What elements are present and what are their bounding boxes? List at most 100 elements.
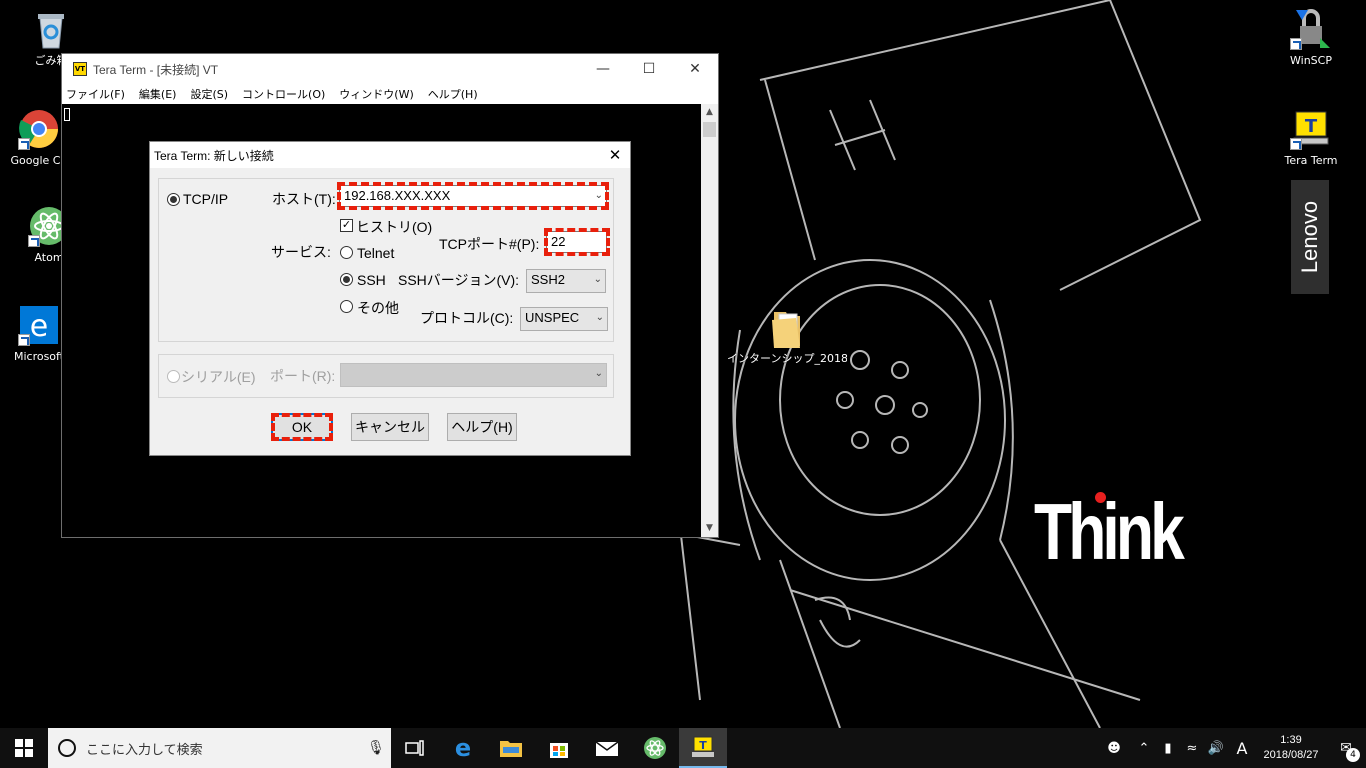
svg-text:e: e [30, 309, 48, 344]
cortana-icon [58, 739, 76, 757]
dialog-title: Tera Term: 新しい接続 [154, 148, 274, 163]
minimize-button[interactable]: — [580, 54, 626, 84]
protocol-label: プロトコル(C): [420, 310, 514, 326]
protocol-select[interactable]: UNSPEC ⌄ [520, 307, 608, 331]
vertical-scrollbar[interactable]: ▲ ▼ [701, 104, 718, 537]
folder-icon [766, 306, 808, 348]
shortcut-arrow-icon [18, 334, 30, 346]
task-view-icon[interactable] [391, 728, 439, 768]
menu-control[interactable]: コントロール(O) [242, 86, 325, 102]
shortcut-arrow-icon [1290, 138, 1302, 150]
teraterm-app-icon: VT [73, 62, 87, 76]
clock-time: 1:39 [1280, 734, 1302, 746]
tcp-port-label: TCPポート#(P): [439, 236, 540, 252]
windows-icon [15, 739, 33, 757]
lenovo-logo: Lenovo [1291, 180, 1329, 294]
battery-icon[interactable]: ▮ [1156, 741, 1180, 756]
maximize-button[interactable]: ☐ [626, 54, 672, 84]
edge-taskbar-icon[interactable]: e [439, 728, 487, 768]
host-label: ホスト(T): [272, 191, 336, 207]
terminal-cursor [64, 108, 70, 121]
recycle-bin-icon [30, 8, 72, 50]
cancel-button[interactable]: キャンセル [351, 413, 429, 441]
tcpip-label: TCP/IP [183, 191, 229, 207]
menu-help[interactable]: ヘルプ(H) [428, 86, 478, 102]
winscp-icon [1290, 8, 1332, 50]
history-checkbox[interactable]: ✓ [340, 219, 353, 232]
desktop-icon-folder[interactable]: インターンシップ_2018 [727, 306, 847, 366]
dialog-titlebar[interactable]: Tera Term: 新しい接続 ✕ [150, 142, 630, 168]
scroll-up-icon[interactable]: ▲ [701, 104, 718, 121]
shortcut-arrow-icon [18, 138, 30, 150]
dialog-close-icon[interactable]: ✕ [600, 146, 630, 164]
telnet-label: Telnet [357, 245, 395, 261]
tcpip-radio[interactable] [167, 193, 180, 206]
chevron-down-icon: ⌄ [593, 274, 602, 285]
host-input[interactable]: 192.168.XXX.XXX ⌄ [339, 185, 607, 207]
menubar: ファイル(F) 編集(E) 設定(S) コントロール(O) ウィンドウ(W) ヘ… [62, 84, 718, 104]
window-title: Tera Term - [未接続] VT [93, 62, 219, 77]
ssh-version-select[interactable]: SSH2 ⌄ [526, 269, 606, 293]
scroll-thumb[interactable] [703, 122, 716, 137]
ssh-label: SSH [357, 272, 386, 288]
taskbar: ここに入力して検索 🎙 e T ☻ ⌃ ▮ ≈ 🔊 A 1:39 2018/08… [0, 728, 1366, 768]
ssh-version-label: SSHバージョン(V): [398, 272, 520, 288]
think-logo: Think [1034, 487, 1185, 576]
ssh-radio[interactable] [340, 273, 353, 286]
chevron-down-icon: ⌄ [595, 312, 604, 323]
svg-text:e: e [455, 736, 471, 760]
microphone-icon[interactable]: 🎙 [361, 740, 391, 756]
other-label: その他 [357, 300, 399, 316]
svg-text:T: T [699, 739, 707, 752]
serial-port-select[interactable]: ⌄ [340, 363, 607, 387]
file-explorer-icon[interactable] [487, 728, 535, 768]
help-button[interactable]: ヘルプ(H) [447, 413, 517, 441]
history-label: ヒストリ(O) [356, 219, 433, 235]
menu-file[interactable]: ファイル(F) [66, 86, 125, 102]
clock[interactable]: 1:39 2018/08/27 [1256, 733, 1326, 763]
desktop: ごみ箱 Google Ch Atom e Microsoft WinSCP T [0, 0, 1366, 728]
edge-icon: e [18, 304, 60, 346]
search-box[interactable]: ここに入力して検索 🎙 [48, 728, 391, 768]
store-icon[interactable] [535, 728, 583, 768]
chevron-up-icon[interactable]: ⌃ [1132, 741, 1156, 756]
wifi-icon[interactable]: ≈ [1180, 741, 1204, 756]
shortcut-arrow-icon [1290, 38, 1302, 50]
chevron-down-icon[interactable]: ⌄ [595, 186, 603, 206]
teraterm-taskbar-icon[interactable]: T [679, 728, 727, 768]
think-logo-dot [1095, 492, 1106, 503]
serial-label: シリアル(E) [181, 369, 256, 385]
other-radio[interactable] [340, 300, 353, 313]
mail-icon[interactable] [583, 728, 631, 768]
scroll-down-icon[interactable]: ▼ [701, 520, 718, 537]
people-icon[interactable]: ☻ [1102, 741, 1126, 756]
ime-indicator[interactable]: A [1228, 739, 1256, 758]
new-connection-dialog[interactable]: Tera Term: 新しい接続 ✕ TCP/IP ホスト(T): 192.16… [149, 141, 631, 456]
ok-button[interactable]: OK [271, 413, 333, 441]
serial-radio[interactable] [167, 370, 180, 383]
notification-badge: 4 [1346, 748, 1360, 762]
teraterm-icon: T [1290, 108, 1332, 150]
chevron-down-icon: ⌄ [594, 368, 603, 379]
port-label: ポート(R): [270, 368, 336, 384]
desktop-icon-teraterm[interactable]: T Tera Term [1272, 108, 1350, 168]
volume-icon[interactable]: 🔊 [1204, 741, 1228, 756]
notification-center-icon[interactable]: ✉ 4 [1326, 740, 1366, 762]
desktop-icon-winscp[interactable]: WinSCP [1272, 8, 1350, 68]
menu-setup[interactable]: 設定(S) [190, 86, 228, 102]
menu-window[interactable]: ウィンドウ(W) [339, 86, 413, 102]
teraterm-titlebar[interactable]: VT Tera Term - [未接続] VT — ☐ ✕ [62, 54, 718, 84]
menu-edit[interactable]: 編集(E) [139, 86, 177, 102]
chrome-icon [18, 108, 60, 150]
search-placeholder: ここに入力して検索 [86, 741, 203, 757]
shortcut-arrow-icon [28, 235, 40, 247]
atom-taskbar-icon[interactable] [631, 728, 679, 768]
tcp-port-input[interactable]: 22 [546, 231, 607, 253]
system-tray: ☻ ⌃ ▮ ≈ 🔊 A 1:39 2018/08/27 ✉ 4 [1102, 728, 1366, 768]
telnet-radio[interactable] [340, 246, 353, 259]
start-button[interactable] [0, 728, 48, 768]
svg-text:T: T [1305, 116, 1318, 137]
close-button[interactable]: ✕ [672, 54, 718, 84]
service-label: サービス: [271, 244, 331, 260]
clock-date: 2018/08/27 [1263, 749, 1319, 761]
